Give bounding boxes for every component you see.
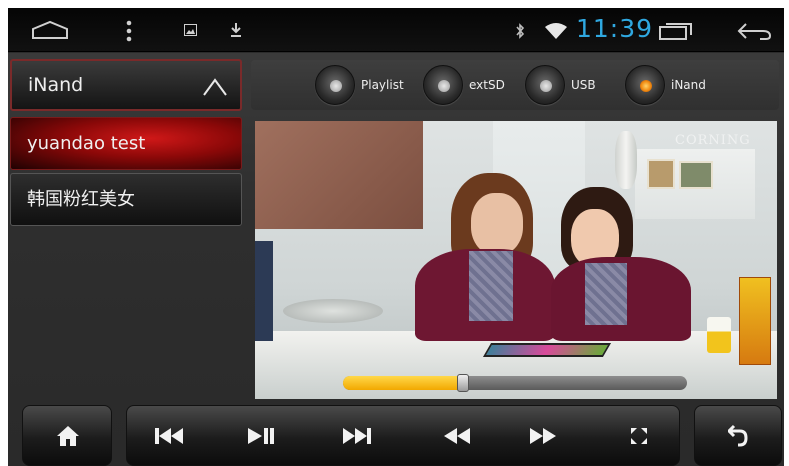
playback-progress-bar[interactable] — [343, 374, 687, 392]
source-radio-knob[interactable] — [423, 65, 463, 105]
source-button-usb[interactable]: USB — [525, 63, 596, 107]
source-radio-knob[interactable] — [525, 65, 565, 105]
video-frame-picture — [679, 161, 713, 189]
video-frame-person-left — [255, 241, 273, 341]
playback-progress-thumb[interactable] — [457, 374, 470, 392]
bluetooth-icon — [516, 23, 525, 39]
file-list-item-1[interactable]: yuandao test — [10, 117, 242, 170]
playback-progress-fill — [343, 376, 464, 390]
previous-track-icon[interactable] — [149, 420, 189, 452]
file-name: yuandao test — [27, 133, 146, 154]
head-unit-screen: 11:39 iNand yuandao test 韩国粉红美女 Playlist… — [8, 8, 784, 466]
source-button-playlist[interactable]: Playlist — [315, 63, 404, 107]
wifi-icon — [545, 23, 567, 39]
source-dropdown-label: iNand — [28, 74, 84, 96]
recent-apps-icon[interactable] — [658, 21, 694, 41]
video-frame-juice-box — [739, 277, 771, 365]
return-button[interactable] — [694, 405, 782, 466]
status-bar: 11:39 — [8, 8, 784, 52]
source-label: iNand — [671, 78, 706, 92]
video-frame-vase — [615, 131, 637, 189]
source-label: extSD — [469, 78, 505, 92]
overflow-menu-icon[interactable] — [126, 20, 132, 42]
home-button[interactable] — [22, 405, 112, 466]
video-viewport[interactable]: CORNING — [255, 121, 777, 399]
home-outline-icon[interactable] — [30, 20, 70, 40]
video-frame-painting — [255, 121, 423, 229]
player-main: iNand yuandao test 韩国粉红美女 Playlist extSD — [8, 53, 784, 466]
status-clock: 11:39 — [576, 14, 654, 43]
video-frame-picture — [647, 159, 675, 189]
video-frame-girl-face — [471, 193, 523, 255]
source-label: USB — [571, 78, 596, 92]
source-dropdown[interactable]: iNand — [10, 59, 242, 111]
source-selector-bar: Playlist extSD USB iNand — [251, 60, 779, 110]
source-label: Playlist — [361, 78, 404, 92]
image-icon — [184, 24, 197, 36]
chevron-up-icon[interactable] — [202, 77, 228, 97]
download-icon — [231, 23, 241, 37]
next-track-icon[interactable] — [337, 420, 377, 452]
source-radio-knob-selected[interactable] — [625, 65, 665, 105]
video-frame-girl-shirt — [469, 251, 513, 321]
video-frame-glass — [707, 317, 731, 353]
source-radio-knob[interactable] — [315, 65, 355, 105]
fast-forward-icon[interactable] — [523, 420, 563, 452]
return-icon[interactable] — [719, 420, 759, 452]
file-list-panel: iNand yuandao test 韩国粉红美女 — [10, 59, 242, 399]
file-name: 韩国粉红美女 — [27, 189, 135, 210]
source-button-inand[interactable]: iNand — [625, 63, 706, 107]
home-icon[interactable] — [48, 420, 88, 452]
video-frame-girl-shirt — [585, 263, 627, 325]
source-button-extsd[interactable]: extSD — [423, 63, 505, 107]
video-frame-tablet — [482, 343, 612, 357]
file-list-item-2[interactable]: 韩国粉红美女 — [10, 173, 242, 226]
back-arrow-icon[interactable] — [736, 21, 772, 41]
rewind-icon[interactable] — [437, 420, 477, 452]
video-frame-bowl — [283, 299, 383, 323]
video-watermark: CORNING — [675, 133, 751, 148]
play-pause-icon[interactable] — [241, 420, 281, 452]
transport-controls — [126, 405, 680, 466]
fullscreen-icon[interactable] — [619, 420, 659, 452]
